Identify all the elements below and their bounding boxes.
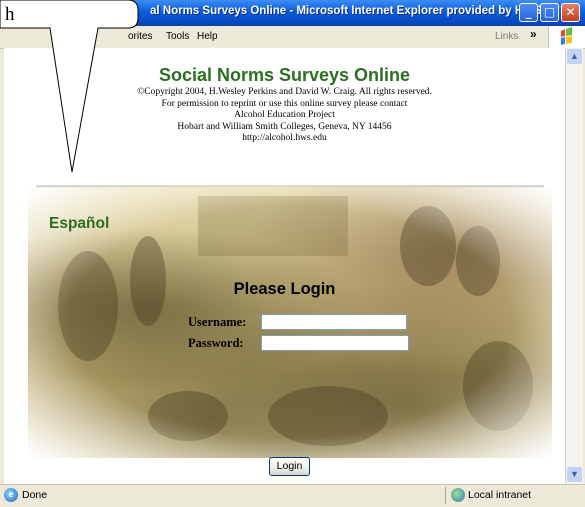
minimize-button[interactable]: _ xyxy=(519,3,538,22)
password-input[interactable] xyxy=(261,335,409,351)
username-label: Username: xyxy=(188,315,247,329)
maximize-button[interactable]: □ xyxy=(540,3,559,22)
window-title: al Norms Surveys Online - Microsoft Inte… xyxy=(150,5,542,17)
close-button[interactable]: ✕ xyxy=(561,3,580,22)
status-bar: e Done Local intranet xyxy=(0,484,585,507)
status-text: Done xyxy=(22,489,48,501)
ie-page-icon: e xyxy=(4,488,18,502)
security-zone: Local intranet xyxy=(468,489,532,501)
scroll-down-icon[interactable]: ▼ xyxy=(567,467,582,482)
links-toolbar-label[interactable]: Links xyxy=(495,31,518,42)
windows-logo-icon xyxy=(548,26,585,48)
speech-callout: h xyxy=(0,0,200,200)
login-button[interactable]: Login xyxy=(269,457,310,476)
globe-icon xyxy=(451,488,465,502)
callout-text: h xyxy=(5,4,15,25)
links-chevron-icon[interactable]: » xyxy=(530,27,537,41)
status-divider xyxy=(445,487,446,504)
username-input[interactable] xyxy=(261,314,407,330)
login-heading: Please Login xyxy=(233,280,336,298)
scroll-up-icon[interactable]: ▲ xyxy=(567,49,582,64)
password-label: Password: xyxy=(188,336,244,350)
spanish-language-link[interactable]: Español xyxy=(49,215,109,233)
vertical-scrollbar[interactable]: ▲ ▼ xyxy=(565,48,583,484)
menu-help[interactable]: Help xyxy=(197,31,218,42)
